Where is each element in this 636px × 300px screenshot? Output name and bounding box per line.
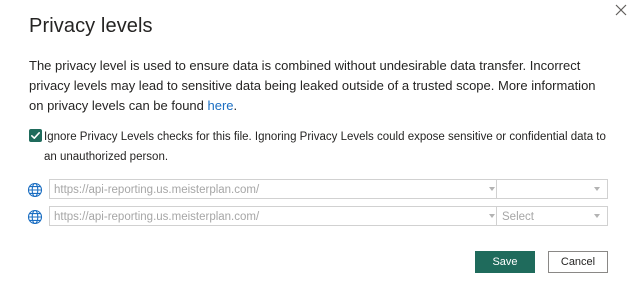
chevron-down-icon xyxy=(594,214,600,218)
privacy-level-value: Select xyxy=(502,211,534,223)
description-text: The privacy level is used to ensure data… xyxy=(29,58,596,113)
source-url-value: https://api-reporting.us.meisterplan.com… xyxy=(54,211,260,223)
globe-icon xyxy=(27,182,43,198)
privacy-info-link[interactable]: here xyxy=(208,98,234,113)
cancel-button[interactable]: Cancel xyxy=(548,251,608,273)
dialog-title: Privacy levels xyxy=(29,15,153,37)
chevron-down-icon xyxy=(594,187,600,191)
ignore-privacy-checkbox[interactable] xyxy=(29,129,42,142)
ignore-privacy-label: Ignore Privacy Levels checks for this fi… xyxy=(44,131,606,163)
checkmark-icon xyxy=(29,129,42,142)
source-url-select[interactable]: https://api-reporting.us.meisterplan.com… xyxy=(49,179,507,199)
data-source-row: https://api-reporting.us.meisterplan.com… xyxy=(27,179,612,201)
source-url-select[interactable]: https://api-reporting.us.meisterplan.com… xyxy=(49,206,507,226)
source-url-value: https://api-reporting.us.meisterplan.com… xyxy=(54,184,260,196)
chevron-down-icon xyxy=(489,214,495,218)
description-end: . xyxy=(233,98,238,113)
chevron-down-icon xyxy=(489,187,495,191)
close-button[interactable] xyxy=(613,2,629,18)
save-button[interactable]: Save xyxy=(475,251,535,273)
data-source-row: https://api-reporting.us.meisterplan.com… xyxy=(27,206,612,228)
privacy-level-select[interactable]: Select xyxy=(496,206,608,226)
privacy-levels-dialog: Privacy levels The privacy level is used… xyxy=(0,0,636,300)
globe-icon xyxy=(27,209,43,225)
close-icon xyxy=(613,2,629,18)
privacy-level-select[interactable] xyxy=(496,179,608,199)
description: The privacy level is used to ensure data… xyxy=(29,56,609,116)
